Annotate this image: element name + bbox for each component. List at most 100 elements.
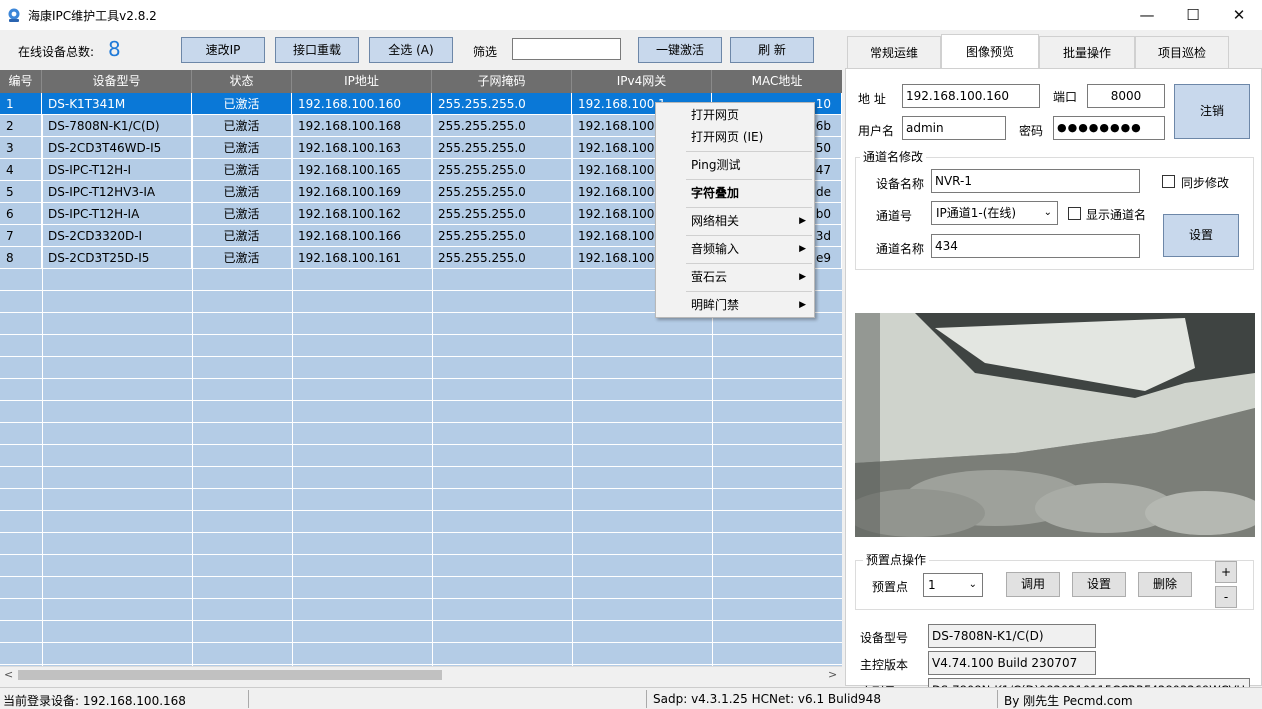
row-status: 已激活 xyxy=(192,159,292,181)
image-preview-panel: 地 址 192.168.100.160 端口 8000 注销 用户名 admin… xyxy=(845,68,1262,702)
context-menu-item[interactable]: 音频输入 ▶ xyxy=(656,238,814,260)
grid-line xyxy=(0,466,842,467)
title-bar: 海康IPC维护工具v2.8.2 — ☐ ✕ xyxy=(0,0,1262,30)
tab-project-inspection[interactable]: 项目巡检 xyxy=(1135,36,1229,68)
app-logo-icon xyxy=(8,8,20,22)
chevron-down-icon: ⌄ xyxy=(1043,207,1052,218)
context-menu-item-label: 打开网页 xyxy=(691,108,740,122)
context-menu-item[interactable]: Ping测试 xyxy=(656,154,814,176)
reload-interface-button[interactable]: 接口重载 xyxy=(275,37,359,63)
context-menu-item-label: Ping测试 xyxy=(691,158,741,172)
column-header-mask[interactable]: 子网掩码 xyxy=(432,70,572,93)
row-mask: 255.255.255.0 xyxy=(432,115,572,137)
device-name-input[interactable]: NVR-1 xyxy=(931,169,1140,193)
row-status: 已激活 xyxy=(192,181,292,203)
row-status: 已激活 xyxy=(192,203,292,225)
row-index: 7 xyxy=(0,225,42,247)
row-ip: 192.168.100.168 xyxy=(292,115,432,137)
context-menu-item[interactable]: 字符叠加 xyxy=(656,182,814,204)
context-menu-item-label: 萤石云 xyxy=(691,270,728,284)
column-header-index[interactable]: 编号 xyxy=(0,70,42,93)
context-menu: 打开网页 打开网页 (IE) Ping测试 字符叠加 网络相关 ▶ 音频输入 ▶ 萤石云 ▶ 明眸门… xyxy=(655,102,815,318)
grid-line xyxy=(0,356,842,357)
column-header-gateway[interactable]: IPv4网关 xyxy=(572,70,712,93)
tab-routine-maintenance[interactable]: 常规运维 xyxy=(847,36,941,68)
zoom-plus-button[interactable]: + xyxy=(1215,561,1237,583)
sync-modify-checkbox[interactable] xyxy=(1162,175,1175,188)
show-channel-name-checkbox[interactable] xyxy=(1068,207,1081,220)
menu-separator xyxy=(686,207,812,208)
row-index: 1 xyxy=(0,93,42,115)
status-separator xyxy=(248,690,249,708)
scroll-left-icon[interactable]: < xyxy=(4,668,13,681)
row-mask: 255.255.255.0 xyxy=(432,247,572,269)
model-label: 设备型号 xyxy=(860,631,909,645)
submenu-arrow-icon: ▶ xyxy=(799,244,806,254)
preset-set-button[interactable]: 设置 xyxy=(1072,572,1126,597)
row-mask: 255.255.255.0 xyxy=(432,137,572,159)
zoom-minus-button[interactable]: - xyxy=(1215,586,1237,608)
fast-ip-button[interactable]: 速改IP xyxy=(181,37,265,63)
context-menu-item-label: 网络相关 xyxy=(691,214,740,228)
password-input[interactable]: ●●●●●●●● xyxy=(1053,116,1165,140)
tab-batch-operation[interactable]: 批量操作 xyxy=(1039,36,1135,68)
context-menu-item[interactable]: 萤石云 ▶ xyxy=(656,266,814,288)
menu-separator xyxy=(686,235,812,236)
menu-separator xyxy=(686,179,812,180)
maximize-button[interactable]: ☐ xyxy=(1170,0,1216,30)
port-input[interactable]: 8000 xyxy=(1087,84,1165,108)
minimize-icon: — xyxy=(1139,6,1155,24)
channel-name-input[interactable]: 434 xyxy=(931,234,1140,258)
show-channel-name-label: 显示通道名 xyxy=(1086,208,1147,222)
horizontal-scrollbar[interactable]: < > xyxy=(0,666,842,683)
minimize-button[interactable]: — xyxy=(1124,0,1170,30)
context-menu-item[interactable]: 网络相关 ▶ xyxy=(656,210,814,232)
filter-input[interactable] xyxy=(512,38,621,60)
one-click-activate-button[interactable]: 一键激活 xyxy=(638,37,722,63)
status-separator xyxy=(997,690,998,708)
preset-delete-button[interactable]: 删除 xyxy=(1138,572,1192,597)
address-input[interactable]: 192.168.100.160 xyxy=(902,84,1040,108)
channel-set-button[interactable]: 设置 xyxy=(1163,214,1239,257)
column-header-status[interactable]: 状态 xyxy=(192,70,292,93)
author-status: By 刚先生 Pecmd.com xyxy=(1004,694,1133,708)
select-all-button[interactable]: 全选 (A) xyxy=(369,37,453,63)
camera-frame-image xyxy=(855,313,1255,537)
preset-select[interactable]: 1 ⌄ xyxy=(923,573,983,597)
grid-line xyxy=(0,664,842,665)
row-mask: 255.255.255.0 xyxy=(432,203,572,225)
grid-line xyxy=(0,378,842,379)
close-button[interactable]: ✕ xyxy=(1216,0,1262,30)
sync-modify-label: 同步修改 xyxy=(1181,176,1230,190)
channel-name-label: 通道名称 xyxy=(876,242,925,256)
row-status: 已激活 xyxy=(192,93,292,115)
tab-image-preview[interactable]: 图像预览 xyxy=(941,34,1039,68)
row-model: DS-2CD3320D-I xyxy=(42,225,192,247)
context-menu-item[interactable]: 打开网页 xyxy=(656,104,814,126)
grid-line xyxy=(0,334,842,335)
row-mask: 255.255.255.0 xyxy=(432,159,572,181)
channel-number-select[interactable]: IP通道1-(在线) ⌄ xyxy=(931,201,1058,225)
online-count-label: 在线设备总数: xyxy=(18,45,95,59)
column-header-ip[interactable]: IP地址 xyxy=(292,70,432,93)
row-model: DS-2CD3T25D-I5 xyxy=(42,247,192,269)
logout-button[interactable]: 注销 xyxy=(1174,84,1250,139)
refresh-button[interactable]: 刷 新 xyxy=(730,37,814,63)
row-index: 8 xyxy=(0,247,42,269)
context-menu-item[interactable]: 明眸门禁 ▶ xyxy=(656,294,814,316)
row-index: 6 xyxy=(0,203,42,225)
row-index: 4 xyxy=(0,159,42,181)
context-menu-item[interactable]: 打开网页 (IE) xyxy=(656,126,814,148)
model-value: DS-7808N-K1/C(D) xyxy=(928,624,1096,648)
column-header-model[interactable]: 设备型号 xyxy=(42,70,192,93)
close-icon: ✕ xyxy=(1232,6,1246,24)
grid-line xyxy=(0,598,842,599)
grid-line xyxy=(0,642,842,643)
video-preview[interactable] xyxy=(855,313,1255,537)
grid-line xyxy=(0,554,842,555)
username-input[interactable]: admin xyxy=(902,116,1006,140)
preset-call-button[interactable]: 调用 xyxy=(1006,572,1060,597)
column-header-mac[interactable]: MAC地址 xyxy=(712,70,842,93)
scrollbar-thumb[interactable] xyxy=(18,670,442,680)
scroll-right-icon[interactable]: > xyxy=(828,668,837,681)
